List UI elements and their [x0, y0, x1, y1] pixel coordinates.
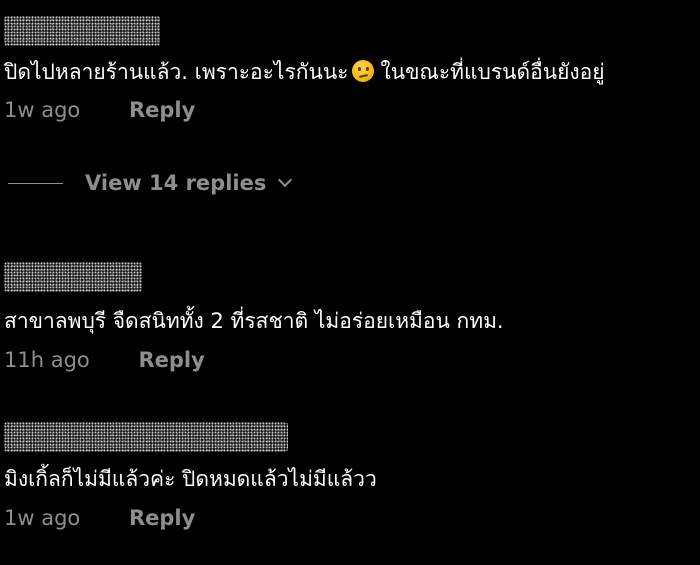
- comment-text: มิงเกิ้ลก็ไม่มีแล้วค่ะ ปิดหมดแล้วไม่มีแล…: [4, 467, 377, 491]
- username-redacted: [4, 262, 142, 292]
- username-redacted: [4, 16, 160, 46]
- comment-meta: 1w ago Reply: [4, 504, 195, 532]
- view-replies-button[interactable]: View 14 replies: [8, 168, 293, 198]
- comment-meta: 11h ago Reply: [4, 346, 205, 374]
- reply-button[interactable]: Reply: [138, 346, 204, 374]
- comment-text: ปิดไปหลายร้านแล้ว. เพราะอะไรกันนะ ในขณะที…: [4, 58, 605, 86]
- comment-text-part-1: ปิดไปหลายร้านแล้ว. เพราะอะไรกันนะ: [4, 60, 349, 84]
- chevron-down-icon: [278, 172, 293, 188]
- timestamp: 11h ago: [4, 348, 90, 372]
- comment-text: สาขาลพบุรี จืดสนิททั้ง 2 ที่รสชาติ ไม่อร…: [4, 309, 504, 333]
- thinking-face-icon: [352, 60, 375, 82]
- reply-button[interactable]: Reply: [129, 504, 195, 532]
- view-replies-label: View 14 replies: [85, 171, 267, 195]
- comment-text-part-2: ในขณะที่แบรนด์อื่นยังอยู่: [380, 60, 605, 84]
- comment-meta: 1w ago Reply: [4, 96, 195, 124]
- reply-button[interactable]: Reply: [129, 96, 195, 124]
- timestamp: 1w ago: [4, 98, 81, 122]
- divider-line: [8, 182, 63, 184]
- username-redacted: [4, 422, 288, 452]
- timestamp: 1w ago: [4, 506, 81, 530]
